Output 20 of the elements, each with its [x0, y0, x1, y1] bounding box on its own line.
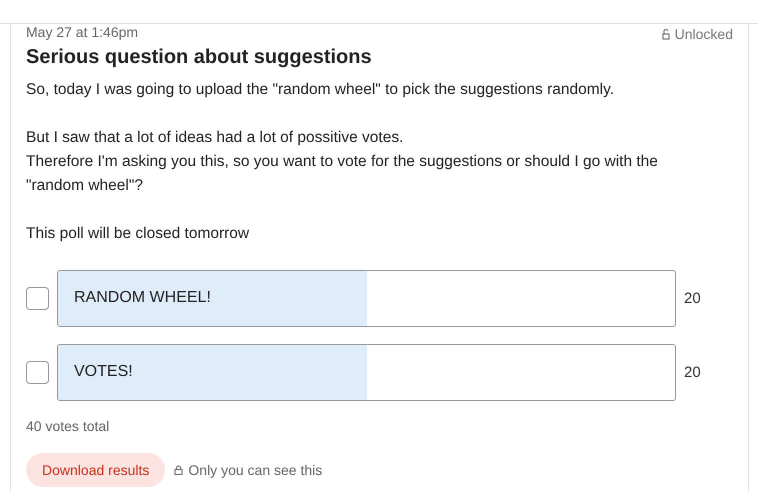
votes-total: 40 votes total [26, 418, 110, 434]
body-text: Therefore I'm asking you this, so you want to vote for the suggestions or should I go with the "random wheel"? [26, 152, 659, 196]
vote-count: 20 [684, 290, 701, 307]
visibility-note: Only you can see this [188, 462, 322, 478]
option-label: RANDOM WHEEL! [74, 289, 211, 307]
post-title: Serious question about suggestions [26, 46, 373, 69]
lock-status: Unlocked [674, 26, 733, 42]
checkbox[interactable] [26, 361, 49, 384]
poll-option-bar[interactable]: VOTES! [57, 344, 676, 401]
checkbox[interactable] [26, 287, 49, 310]
post-timestamp: May 27 at 1:46pm [26, 24, 138, 40]
body-text: So, today I was going to upload the "random wheel" to pick the suggestions randomly. [26, 80, 616, 100]
poll-option-bar[interactable]: RANDOM WHEEL! [57, 270, 676, 327]
body-text: This poll will be closed tomorrow [26, 224, 250, 244]
body-text: But I saw that a lot of ideas had a lot of possitive votes. [26, 128, 404, 148]
lock-icon [174, 465, 184, 475]
download-results-button[interactable]: Download results [26, 453, 166, 487]
vote-count: 20 [684, 364, 701, 381]
option-label: VOTES! [74, 363, 133, 381]
unlocked-icon [662, 28, 672, 40]
